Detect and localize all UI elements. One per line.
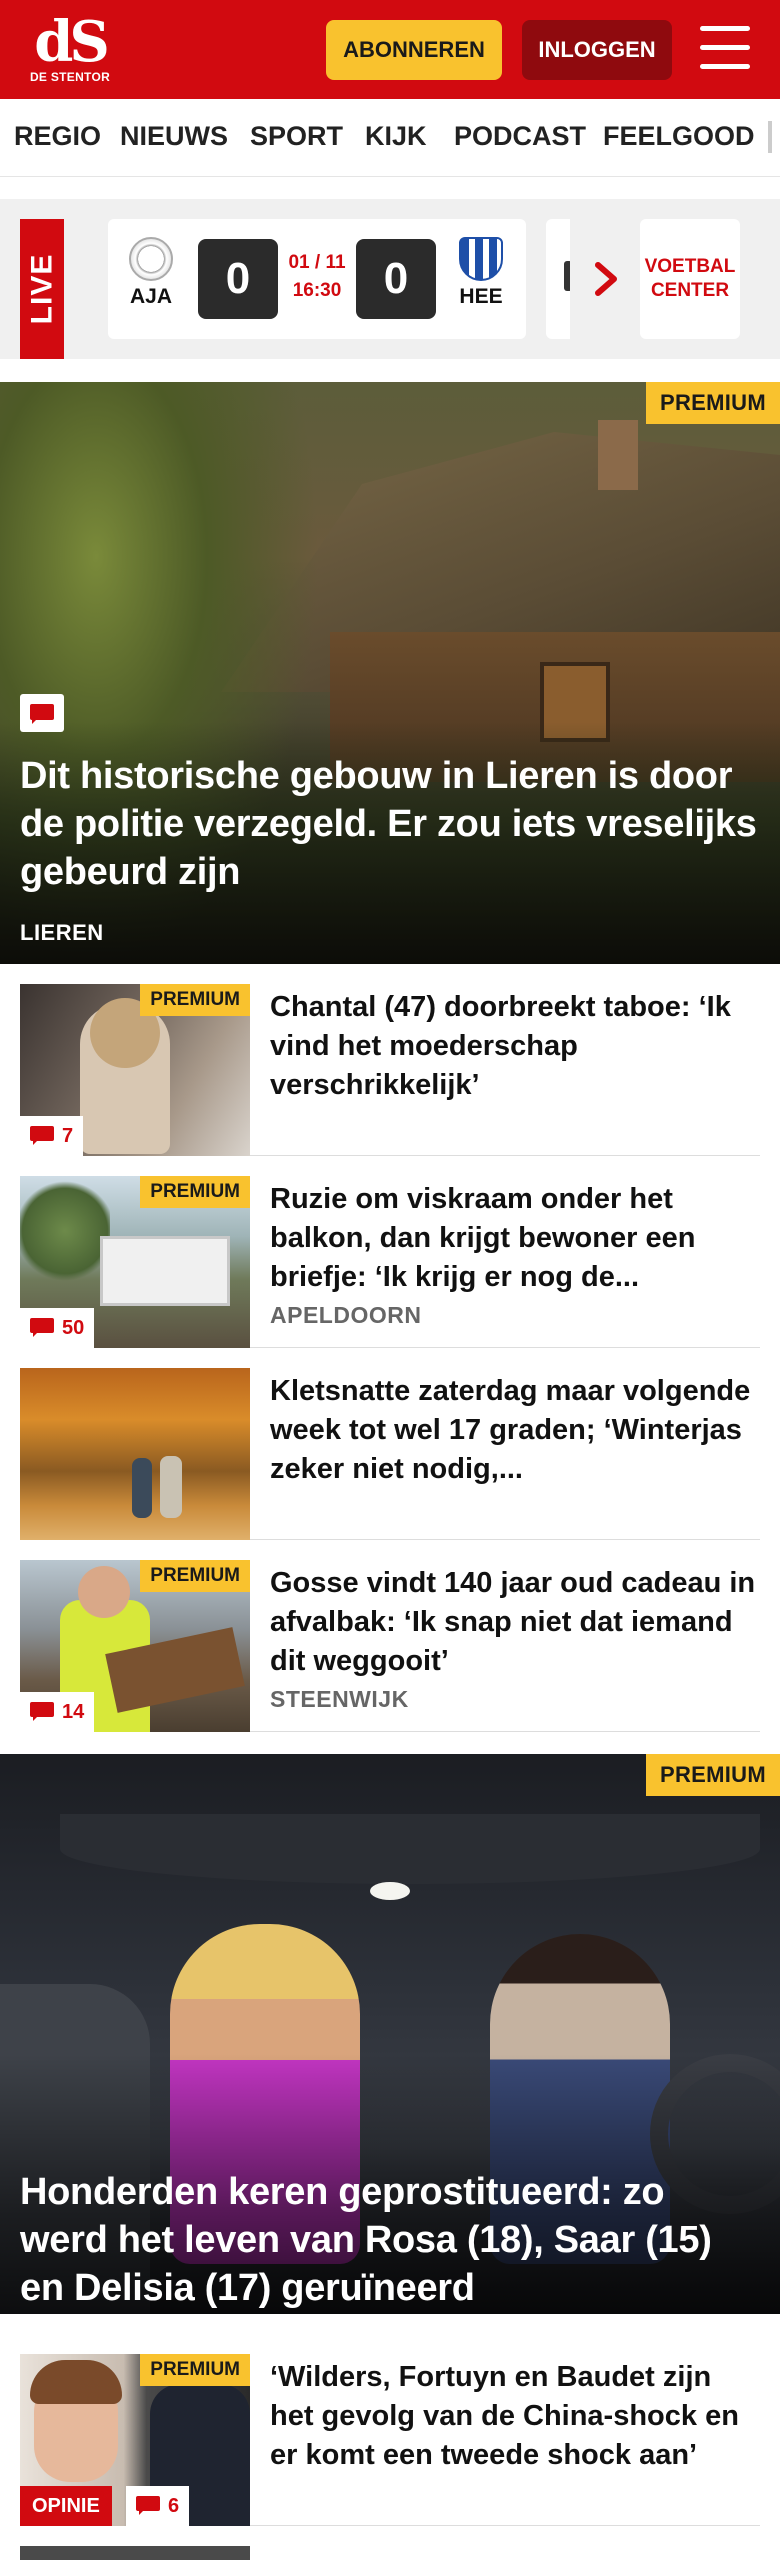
comment-count: 6 [126, 2486, 190, 2526]
article-kicker: APELDOORN [270, 1302, 422, 1328]
article-thumbnail [20, 1368, 250, 1540]
ajax-crest-icon [129, 237, 173, 281]
live-tag-label: LIVE [25, 253, 58, 325]
voetbal-center-line2: CENTER [650, 280, 730, 301]
logo-subtitle: DE STENTOR [29, 70, 111, 84]
article-thumbnail: PREMIUM OPINIE 6 [20, 2354, 250, 2526]
chevron-right-icon[interactable] [588, 261, 624, 297]
hamburger-menu-icon[interactable] [700, 26, 752, 72]
article-kicker: STEENWIJK [270, 1686, 409, 1712]
hero-image-car-roof [60, 1814, 760, 1884]
comment-icon [136, 2496, 160, 2516]
top-header: dS DE STENTOR ABONNEREN INLOGGEN [0, 0, 780, 99]
list-item-partial[interactable] [20, 2546, 760, 2560]
nav-item-regio[interactable]: REGIO [14, 121, 101, 152]
comment-icon [30, 1126, 54, 1146]
login-button[interactable]: INLOGGEN [522, 20, 672, 80]
comment-count: 14 [20, 1692, 95, 1732]
list-item[interactable]: PREMIUM 14 Gosse vindt 140 jaar oud cade… [20, 1560, 760, 1732]
article-title[interactable]: Chantal (47) doorbreekt taboe: ‘Ik vind … [270, 988, 760, 1105]
match-date: 01 / 11 [288, 252, 346, 273]
premium-badge: PREMIUM [140, 1176, 250, 1208]
article-title[interactable]: Kletsnatte zaterdag maar volgende week t… [270, 1372, 760, 1489]
comment-count-value: 14 [62, 1700, 85, 1723]
premium-badge: PREMIUM [140, 984, 250, 1016]
nav-item-feelgood[interactable]: FEELGOOD [603, 121, 755, 152]
logo-mark: dS [34, 9, 110, 75]
match-datetime: 01 / 11 16:30 [282, 249, 352, 305]
hero-article-1[interactable]: PREMIUM Dit historische gebouw in Lieren… [0, 382, 780, 964]
nav-item-sport[interactable]: SPORT [250, 121, 343, 152]
premium-badge: PREMIUM [646, 382, 780, 424]
heerenveen-crest-icon [459, 237, 503, 281]
away-score: 0 [356, 239, 436, 319]
nav-item-kijk[interactable]: KIJK [365, 121, 427, 152]
hero-article-2[interactable]: PREMIUM Honderden keren geprostitueerd: … [0, 1754, 780, 2314]
list-item[interactable]: Kletsnatte zaterdag maar volgende week t… [20, 1368, 760, 1540]
live-tag: LIVE [20, 219, 64, 359]
away-team-abbr: HEE [459, 285, 503, 308]
comment-icon [30, 1702, 54, 1722]
comment-count-value: 50 [62, 1316, 85, 1339]
hero-title[interactable]: Dit historische gebouw in Lieren is door… [20, 752, 760, 896]
list-item[interactable]: PREMIUM 50 Ruzie om viskraam onder het b… [20, 1176, 760, 1348]
article-thumbnail: PREMIUM 7 [20, 984, 250, 1156]
comment-count-value: 6 [168, 2494, 180, 2517]
voetbal-center-line1: VOETBAL [644, 256, 736, 277]
nav-item-podcast[interactable]: PODCAST [454, 121, 586, 152]
premium-badge: PREMIUM [646, 1754, 780, 1796]
subscribe-button[interactable]: ABONNEREN [326, 20, 502, 80]
article-thumbnail: PREMIUM 14 [20, 1560, 250, 1732]
home-team: AJA [126, 237, 176, 309]
hero-title[interactable]: Honderden keren geprostitueerd: zo werd … [20, 2168, 760, 2312]
hero-image-light [370, 1882, 410, 1900]
opinion-label: OPINIE [20, 2486, 112, 2526]
list-item[interactable]: PREMIUM OPINIE 6 ‘Wilders, Fortuyn en Ba… [20, 2354, 760, 2526]
live-scores-strip: LIVE AJA 0 01 / 11 16:30 0 HEE VOETBAL C… [0, 199, 780, 359]
comment-icon [20, 694, 64, 732]
hero-kicker: LIEREN [20, 920, 104, 945]
article-title[interactable]: ‘Wilders, Fortuyn en Baudet zijn het gev… [270, 2358, 760, 2475]
list-item[interactable]: PREMIUM 7 Chantal (47) doorbreekt taboe:… [20, 984, 760, 1156]
comment-count: 7 [20, 1116, 84, 1156]
home-team-abbr: AJA [129, 285, 172, 308]
comment-count-value: 7 [62, 1124, 74, 1147]
nav-overflow-indicator [768, 121, 772, 153]
comment-count: 50 [20, 1308, 95, 1348]
next-match-card-partial[interactable] [546, 219, 570, 339]
premium-badge: PREMIUM [140, 1560, 250, 1592]
voetbal-center-link[interactable]: VOETBAL CENTER [640, 219, 740, 339]
hero-image-chimney [598, 420, 638, 490]
away-team: HEE [456, 237, 506, 309]
article-title[interactable]: Gosse vindt 140 jaar oud cadeau in afval… [270, 1564, 760, 1681]
match-card[interactable]: AJA 0 01 / 11 16:30 0 HEE [108, 219, 526, 339]
premium-badge: PREMIUM [140, 2354, 250, 2386]
article-thumbnail: PREMIUM 50 [20, 1176, 250, 1348]
home-score: 0 [198, 239, 278, 319]
site-logo[interactable]: dS DE STENTOR [28, 12, 112, 88]
nav-item-nieuws[interactable]: NIEUWS [120, 121, 228, 152]
comment-icon [30, 1318, 54, 1338]
match-time: 16:30 [292, 280, 342, 301]
article-title[interactable]: Ruzie om viskraam onder het balkon, dan … [270, 1180, 760, 1297]
section-nav: REGIO NIEUWS SPORT KIJK PODCAST FEELGOOD [0, 99, 780, 177]
